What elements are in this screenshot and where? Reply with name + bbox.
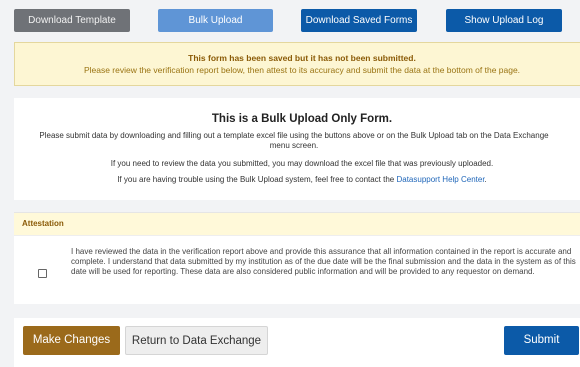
submit-button[interactable]: Submit (504, 326, 579, 355)
return-to-data-exchange-button[interactable]: Return to Data Exchange (125, 326, 268, 355)
toolbar: Download Template Bulk Upload Download S… (0, 0, 580, 36)
info-review-note: If you need to review the data you submi… (110, 159, 494, 168)
bulk-upload-info-panel: This is a Bulk Upload Only Form. Please … (14, 98, 580, 200)
attestation-checkbox[interactable] (38, 269, 47, 278)
download-saved-forms-button[interactable]: Download Saved Forms (301, 9, 417, 32)
datasupport-help-center-link[interactable]: Datasupport Help Center (396, 175, 484, 184)
warning-message: Please review the verification report be… (83, 65, 521, 75)
action-bar: Make Changes Return to Data Exchange Sub… (14, 318, 580, 367)
attestation-body: I have reviewed the data in the verifica… (14, 236, 580, 306)
show-upload-log-button[interactable]: Show Upload Log (446, 9, 562, 32)
make-changes-button[interactable]: Make Changes (23, 326, 120, 355)
page: Download Template Bulk Upload Download S… (0, 0, 580, 367)
info-title: This is a Bulk Upload Only Form. (211, 113, 393, 125)
info-instructions: Please submit data by downloading and fi… (39, 131, 549, 150)
attestation-heading: Attestation (14, 213, 580, 236)
attestation-section: Attestation I have reviewed the data in … (14, 212, 580, 304)
bulk-upload-button[interactable]: Bulk Upload (158, 9, 273, 32)
unsubmitted-warning-banner: This form has been saved but it has not … (14, 42, 580, 86)
download-template-button[interactable]: Download Template (14, 9, 130, 32)
help-note-prefix: If you are having trouble using the Bulk… (117, 175, 397, 184)
info-help-note: If you are having trouble using the Bulk… (14, 175, 580, 184)
warning-title: This form has been saved but it has not … (188, 53, 416, 63)
attestation-statement: I have reviewed the data in the verifica… (71, 247, 576, 276)
help-note-suffix: . (484, 175, 487, 184)
